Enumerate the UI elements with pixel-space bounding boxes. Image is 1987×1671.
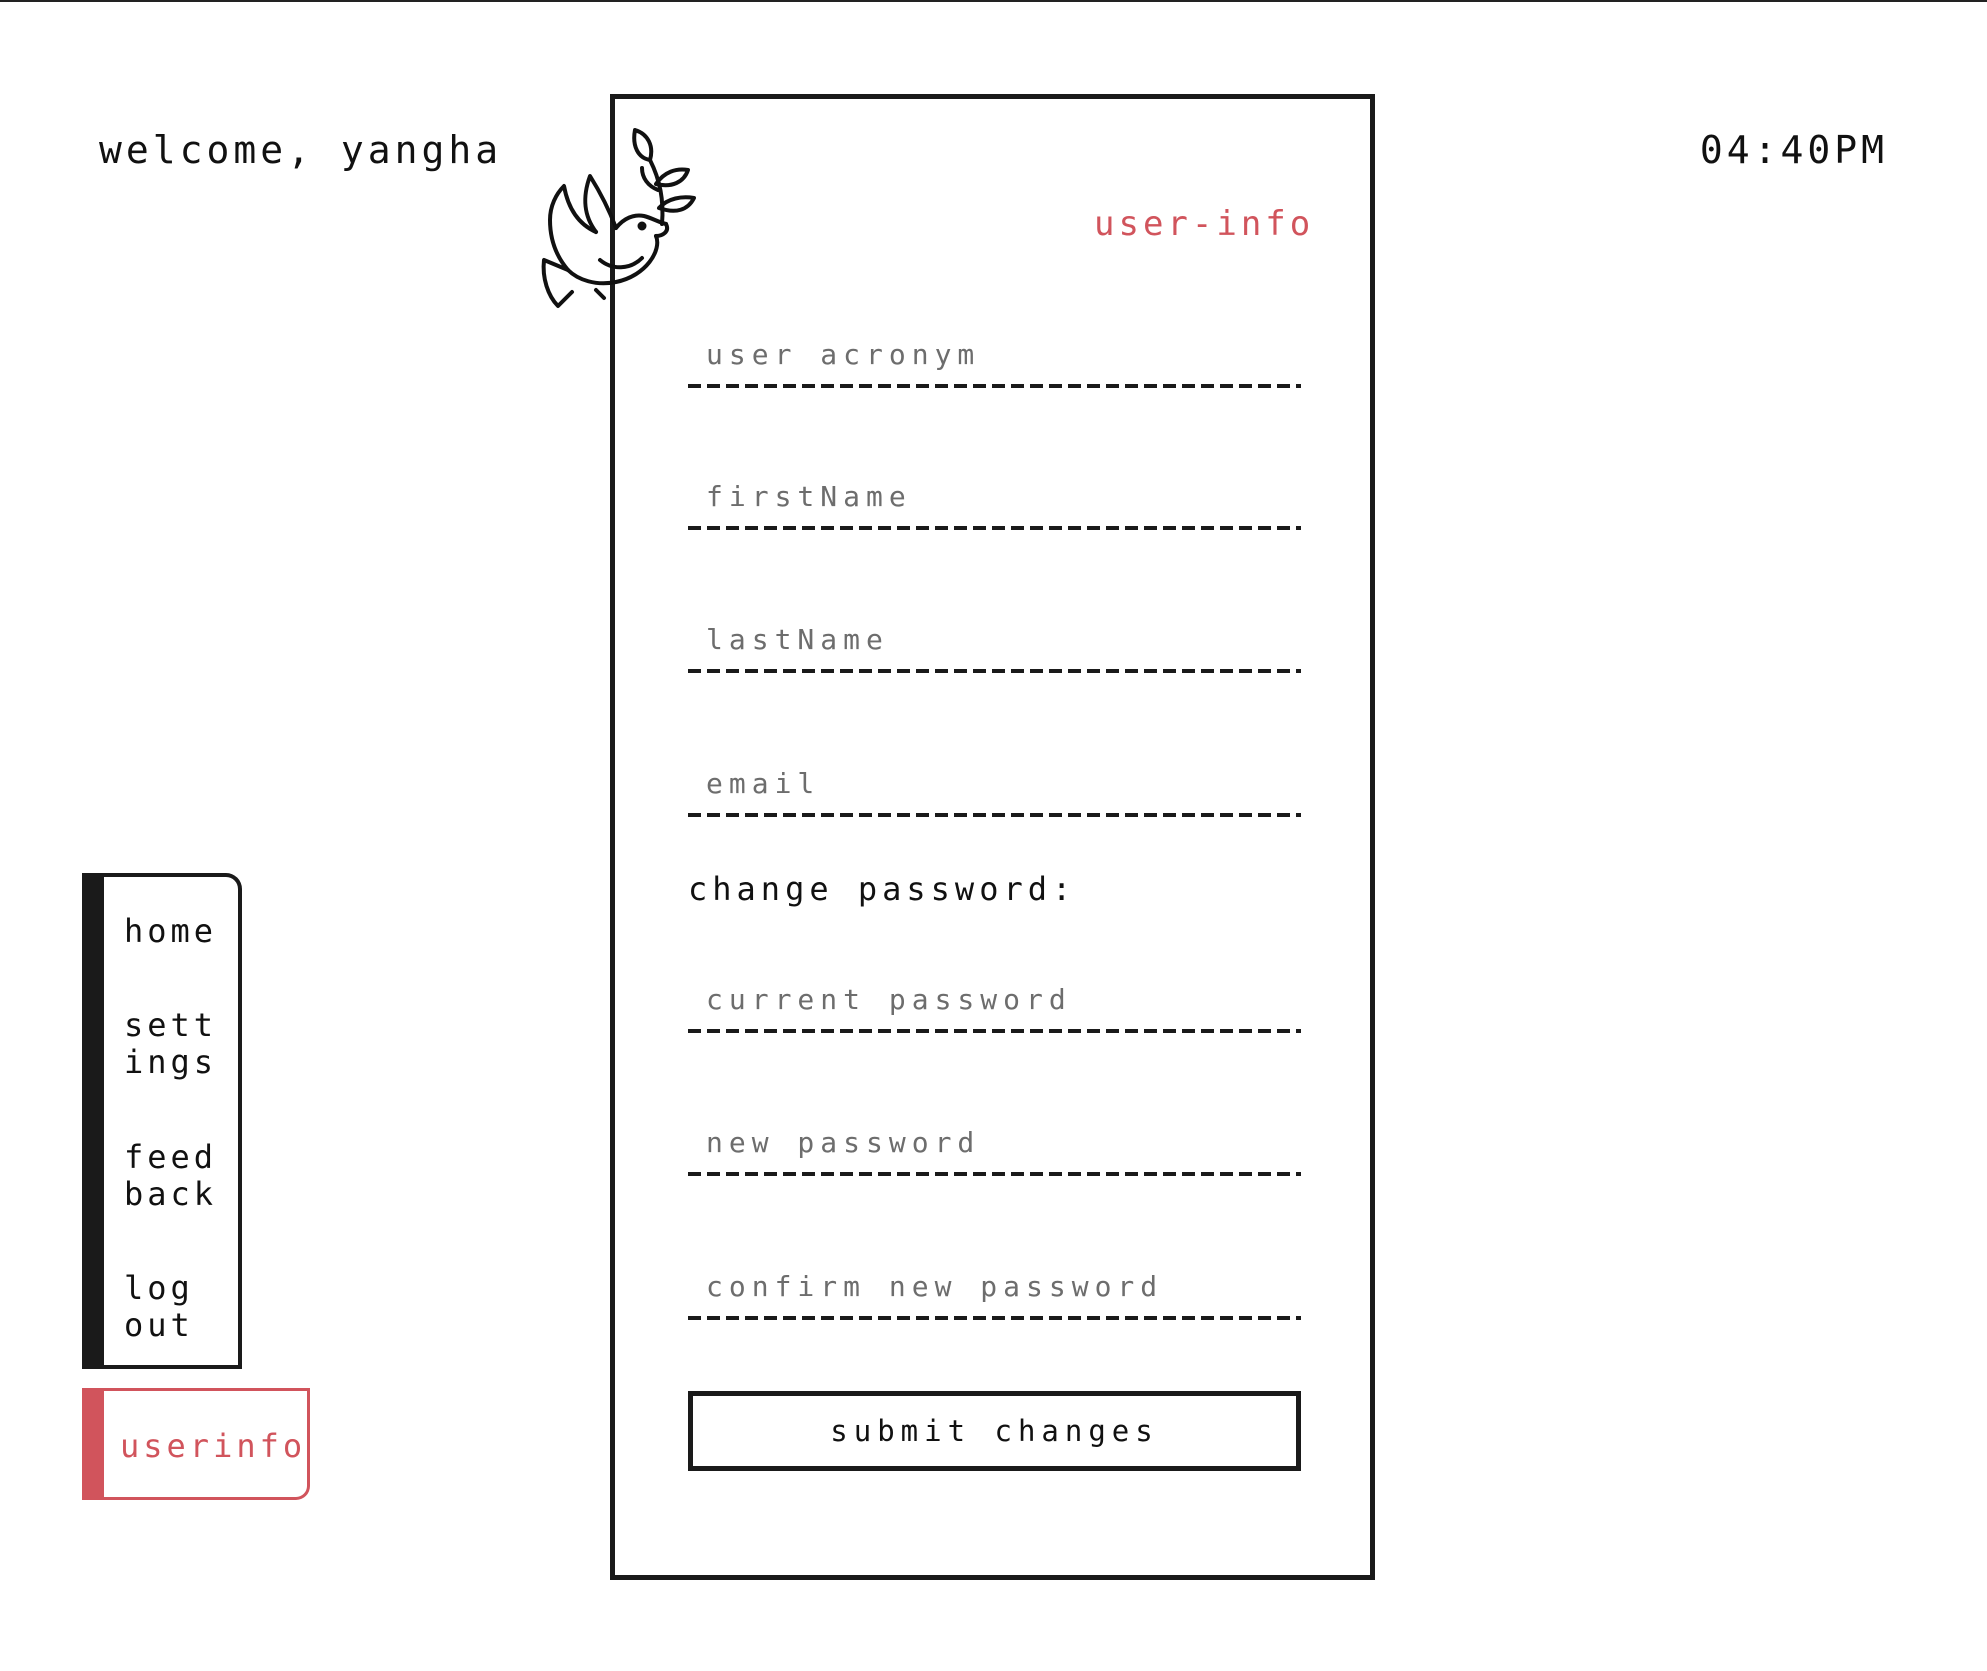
last-name-input[interactable]: [688, 613, 1301, 665]
new-password-field-wrapper: [688, 1116, 1301, 1176]
confirm-password-field-wrapper: [688, 1260, 1301, 1320]
first-name-field-wrapper: [688, 470, 1301, 530]
current-password-input[interactable]: [688, 973, 1301, 1025]
new-password-input[interactable]: [688, 1116, 1301, 1168]
email-input[interactable]: [688, 757, 1301, 809]
last-name-field-wrapper: [688, 613, 1301, 673]
submit-changes-button[interactable]: submit changes: [688, 1391, 1301, 1471]
clock: 04:40PM: [1699, 128, 1888, 172]
sidebar-item-feedback[interactable]: feed back: [124, 1139, 217, 1213]
field-underline: [688, 1029, 1301, 1033]
field-underline: [688, 1316, 1301, 1320]
sidebar-item-settings[interactable]: sett ings: [124, 1007, 217, 1081]
confirm-new-password-input[interactable]: [688, 1260, 1301, 1312]
email-field-wrapper: [688, 757, 1301, 817]
first-name-input[interactable]: [688, 470, 1301, 522]
window-top-border: [0, 0, 1987, 2]
field-underline: [688, 669, 1301, 673]
user-acronym-field-wrapper: [688, 328, 1301, 388]
field-underline: [688, 813, 1301, 817]
sidebar-item-home[interactable]: home: [124, 913, 217, 950]
user-acronym-input[interactable]: [688, 328, 1301, 380]
page-title: user-info: [1094, 204, 1315, 244]
sidebar-nav: home sett ings feed back log out: [82, 873, 242, 1369]
field-underline: [688, 384, 1301, 388]
sidebar-item-userinfo[interactable]: userinfo: [82, 1388, 310, 1500]
dove-with-olive-branch-icon: [541, 128, 696, 308]
user-info-card: [610, 94, 1375, 1580]
sidebar-item-userinfo-label: userinfo: [120, 1427, 307, 1465]
welcome-message: welcome, yangha: [99, 128, 503, 172]
field-underline: [688, 1172, 1301, 1176]
field-underline: [688, 526, 1301, 530]
current-password-field-wrapper: [688, 973, 1301, 1033]
sidebar-item-logout[interactable]: log out: [124, 1270, 194, 1344]
change-password-heading: change password:: [688, 870, 1077, 908]
